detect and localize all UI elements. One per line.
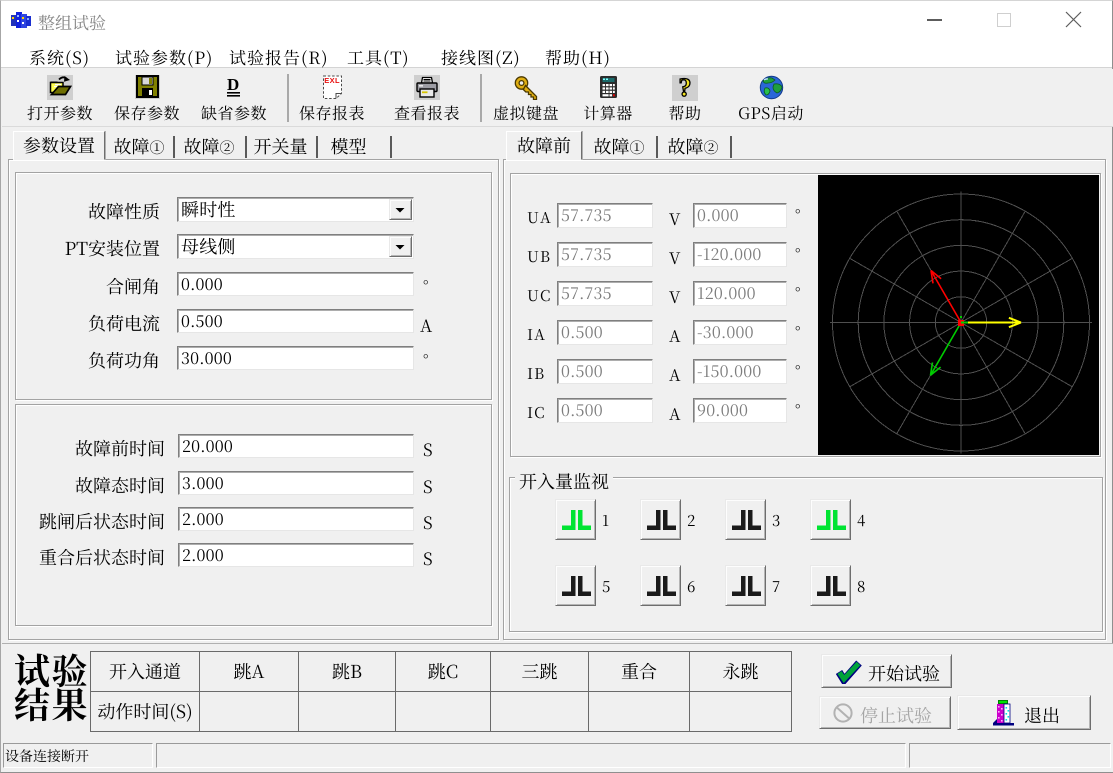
svg-text:EXL: EXL [324, 76, 340, 85]
svg-text:?: ? [679, 75, 692, 100]
svg-text:D: D [227, 75, 239, 94]
